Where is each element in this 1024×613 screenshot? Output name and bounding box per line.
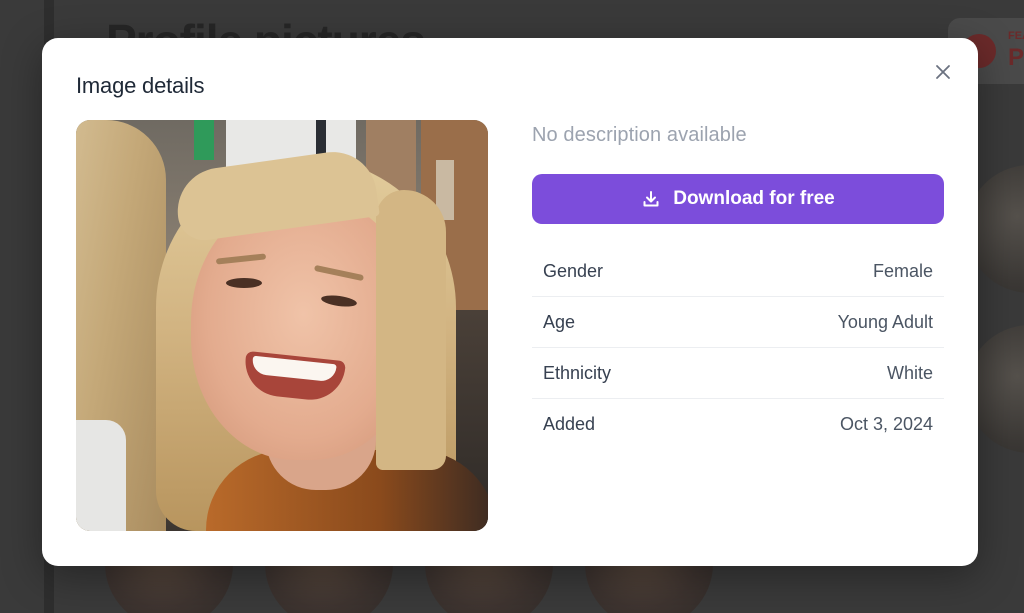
- detail-value: Oct 3, 2024: [839, 414, 933, 434]
- details-table: Gender Female Age Young Adult Ethnicity …: [532, 246, 944, 450]
- detail-label: Gender: [543, 260, 604, 281]
- detail-label: Ethnicity: [543, 362, 612, 383]
- detail-value: White: [886, 362, 933, 383]
- profile-photo: [76, 120, 488, 531]
- feature-card-letter: P: [1008, 44, 1024, 71]
- download-icon: [641, 189, 661, 209]
- detail-row-ethnicity: Ethnicity White: [532, 348, 944, 399]
- detail-row-gender: Gender Female: [532, 246, 944, 297]
- close-button[interactable]: [928, 58, 958, 88]
- download-button-label: Download for free: [673, 188, 835, 209]
- detail-value: Female: [872, 260, 933, 281]
- detail-value: Young Adult: [837, 311, 933, 332]
- detail-label: Added: [543, 414, 596, 434]
- detail-label: Age: [543, 311, 576, 332]
- detail-row-added: Added Oct 3, 2024: [532, 399, 944, 450]
- modal-title: Image details: [76, 73, 205, 98]
- close-icon: [935, 64, 951, 83]
- image-description: No description available: [532, 124, 747, 146]
- download-button[interactable]: Download for free: [532, 174, 944, 224]
- detail-row-age: Age Young Adult: [532, 297, 944, 348]
- feature-card-label: FEAT: [1008, 30, 1024, 42]
- image-details-modal: Image details No description available D…: [42, 38, 978, 566]
